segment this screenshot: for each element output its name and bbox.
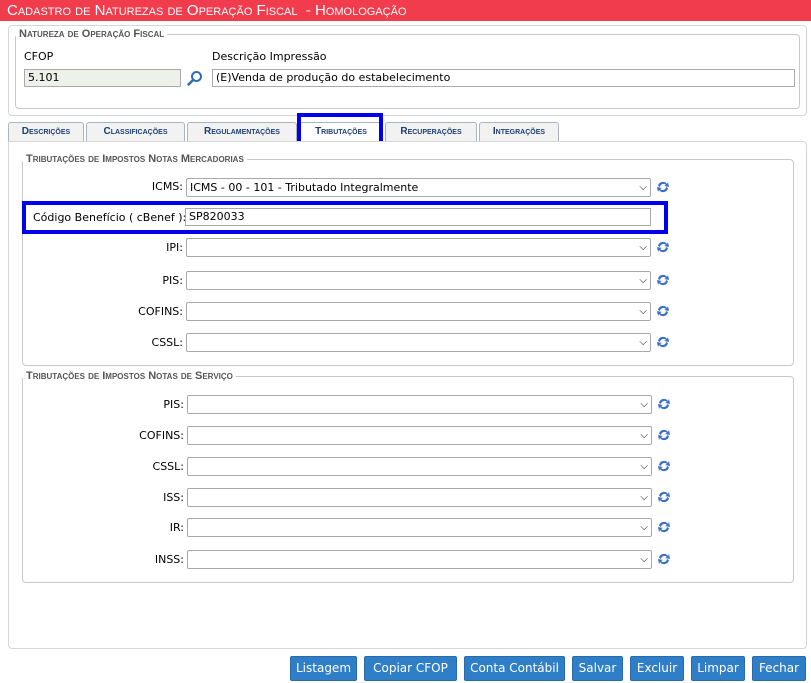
refresh-icon[interactable] — [657, 459, 671, 473]
refresh-icon[interactable] — [657, 520, 671, 534]
natureza-legend: Natureza de Operação Fiscal — [19, 28, 165, 40]
refresh-icon[interactable] — [656, 304, 670, 318]
refresh-icon[interactable] — [656, 180, 670, 194]
refresh-icon[interactable] — [656, 240, 670, 254]
natureza-panel: Natureza de Operação Fiscal CFOP 5.101 D… — [8, 25, 807, 116]
conta-contabil-button[interactable]: Conta Contábil — [464, 656, 565, 681]
refresh-icon[interactable] — [657, 552, 671, 566]
tab-classificacoes[interactable]: Classificações — [86, 122, 185, 141]
chevron-down-icon: ⌵ — [640, 399, 648, 410]
fechar-button[interactable]: Fechar — [752, 656, 806, 681]
cbenef-label: Código Benefício ( cBenef ): — [33, 211, 187, 224]
servico-cssl-label: CSSL: — [152, 460, 184, 473]
refresh-icon[interactable] — [657, 397, 671, 411]
cfop-field[interactable]: 5.101 — [24, 69, 181, 87]
servico-iss-select[interactable]: ⌵ — [187, 488, 652, 507]
excluir-button[interactable]: Excluir — [630, 656, 684, 681]
cbenef-field[interactable]: SP820033 — [185, 208, 651, 226]
chevron-down-icon: ⌵ — [640, 522, 648, 533]
icms-label: ICMS: — [151, 180, 183, 193]
tab-recuperacoes[interactable]: Recuperações — [385, 122, 477, 141]
limpar-button[interactable]: Limpar — [691, 656, 745, 681]
chevron-down-icon: ⌵ — [639, 337, 647, 348]
tab-descricoes[interactable]: Descrições — [8, 122, 84, 141]
descricao-field[interactable]: (E)Venda de produção do estabelecimento — [212, 69, 795, 87]
ipi-label: IPI: — [166, 241, 183, 254]
search-icon[interactable] — [187, 70, 203, 86]
chevron-down-icon: ⌵ — [640, 554, 648, 565]
salvar-button[interactable]: Salvar — [572, 656, 623, 681]
listagem-button[interactable]: Listagem — [290, 656, 357, 681]
descricao-label: Descrição Impressão — [212, 50, 327, 63]
servico-ir-label: IR: — [169, 521, 184, 534]
chevron-down-icon: ⌵ — [640, 492, 648, 503]
chevron-down-icon: ⌵ — [640, 430, 648, 441]
tab-integracoes[interactable]: Integrações — [479, 122, 559, 141]
cssl-select[interactable]: ⌵ — [186, 333, 651, 352]
chevron-down-icon: ⌵ — [639, 242, 647, 253]
cofins-label: COFINS: — [138, 305, 183, 318]
servico-inss-select[interactable]: ⌵ — [187, 550, 652, 569]
refresh-icon[interactable] — [656, 335, 670, 349]
servico-cofins-select[interactable]: ⌵ — [187, 426, 652, 445]
mercadorias-legend: Tributações de Impostos Notas Mercadoria… — [26, 153, 244, 165]
refresh-icon[interactable] — [657, 428, 671, 442]
servico-inss-label: INSS: — [154, 553, 184, 566]
cofins-select[interactable]: ⌵ — [186, 302, 651, 321]
chevron-down-icon: ⌵ — [639, 182, 647, 193]
servico-legend: Tributações de Impostos Notas de Serviço — [26, 370, 233, 382]
cssl-label: CSSL: — [151, 336, 183, 349]
ipi-select[interactable]: ⌵ — [186, 238, 651, 257]
servico-cssl-select[interactable]: ⌵ — [187, 457, 652, 476]
pis-label: PIS: — [162, 274, 183, 287]
pis-select[interactable]: ⌵ — [186, 271, 651, 290]
icms-select[interactable]: ICMS - 00 - 101 - Tributado Integralment… — [186, 178, 651, 197]
servico-pis-label: PIS: — [163, 398, 184, 411]
cfop-label: CFOP — [24, 50, 54, 63]
icms-value: ICMS - 00 - 101 - Tributado Integralment… — [190, 181, 419, 194]
refresh-icon[interactable] — [657, 490, 671, 504]
copiar-cfop-button[interactable]: Copiar CFOP — [364, 656, 457, 681]
window-title: Cadastro de Naturezas de Operação Fiscal… — [0, 0, 811, 21]
chevron-down-icon: ⌵ — [639, 306, 647, 317]
servico-cofins-label: COFINS: — [139, 429, 184, 442]
refresh-icon[interactable] — [656, 273, 670, 287]
tab-regulamentacoes[interactable]: Regulamentações — [187, 122, 297, 141]
chevron-down-icon: ⌵ — [639, 275, 647, 286]
chevron-down-icon: ⌵ — [640, 461, 648, 472]
servico-ir-select[interactable]: ⌵ — [187, 518, 652, 537]
servico-iss-label: ISS: — [163, 491, 184, 504]
servico-pis-select[interactable]: ⌵ — [187, 395, 652, 414]
